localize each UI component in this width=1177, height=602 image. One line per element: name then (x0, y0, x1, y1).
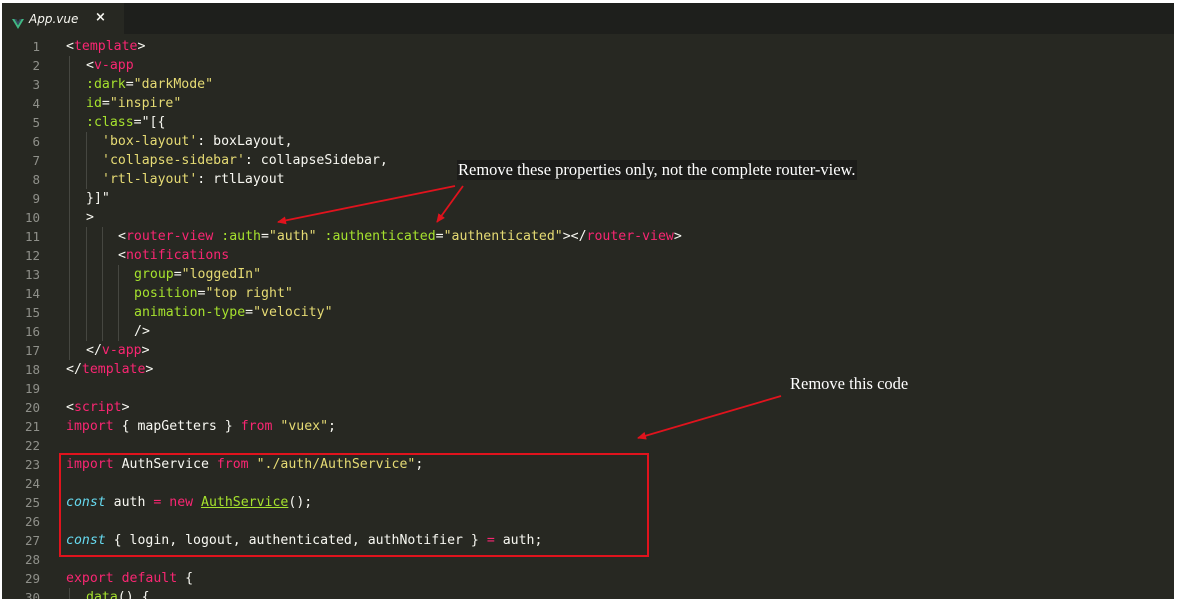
annotation-arrows (277, 185, 782, 440)
arrow-to-authenticated (436, 185, 464, 223)
arrow-to-auth (277, 185, 456, 225)
arrow-to-code-box (637, 395, 782, 440)
